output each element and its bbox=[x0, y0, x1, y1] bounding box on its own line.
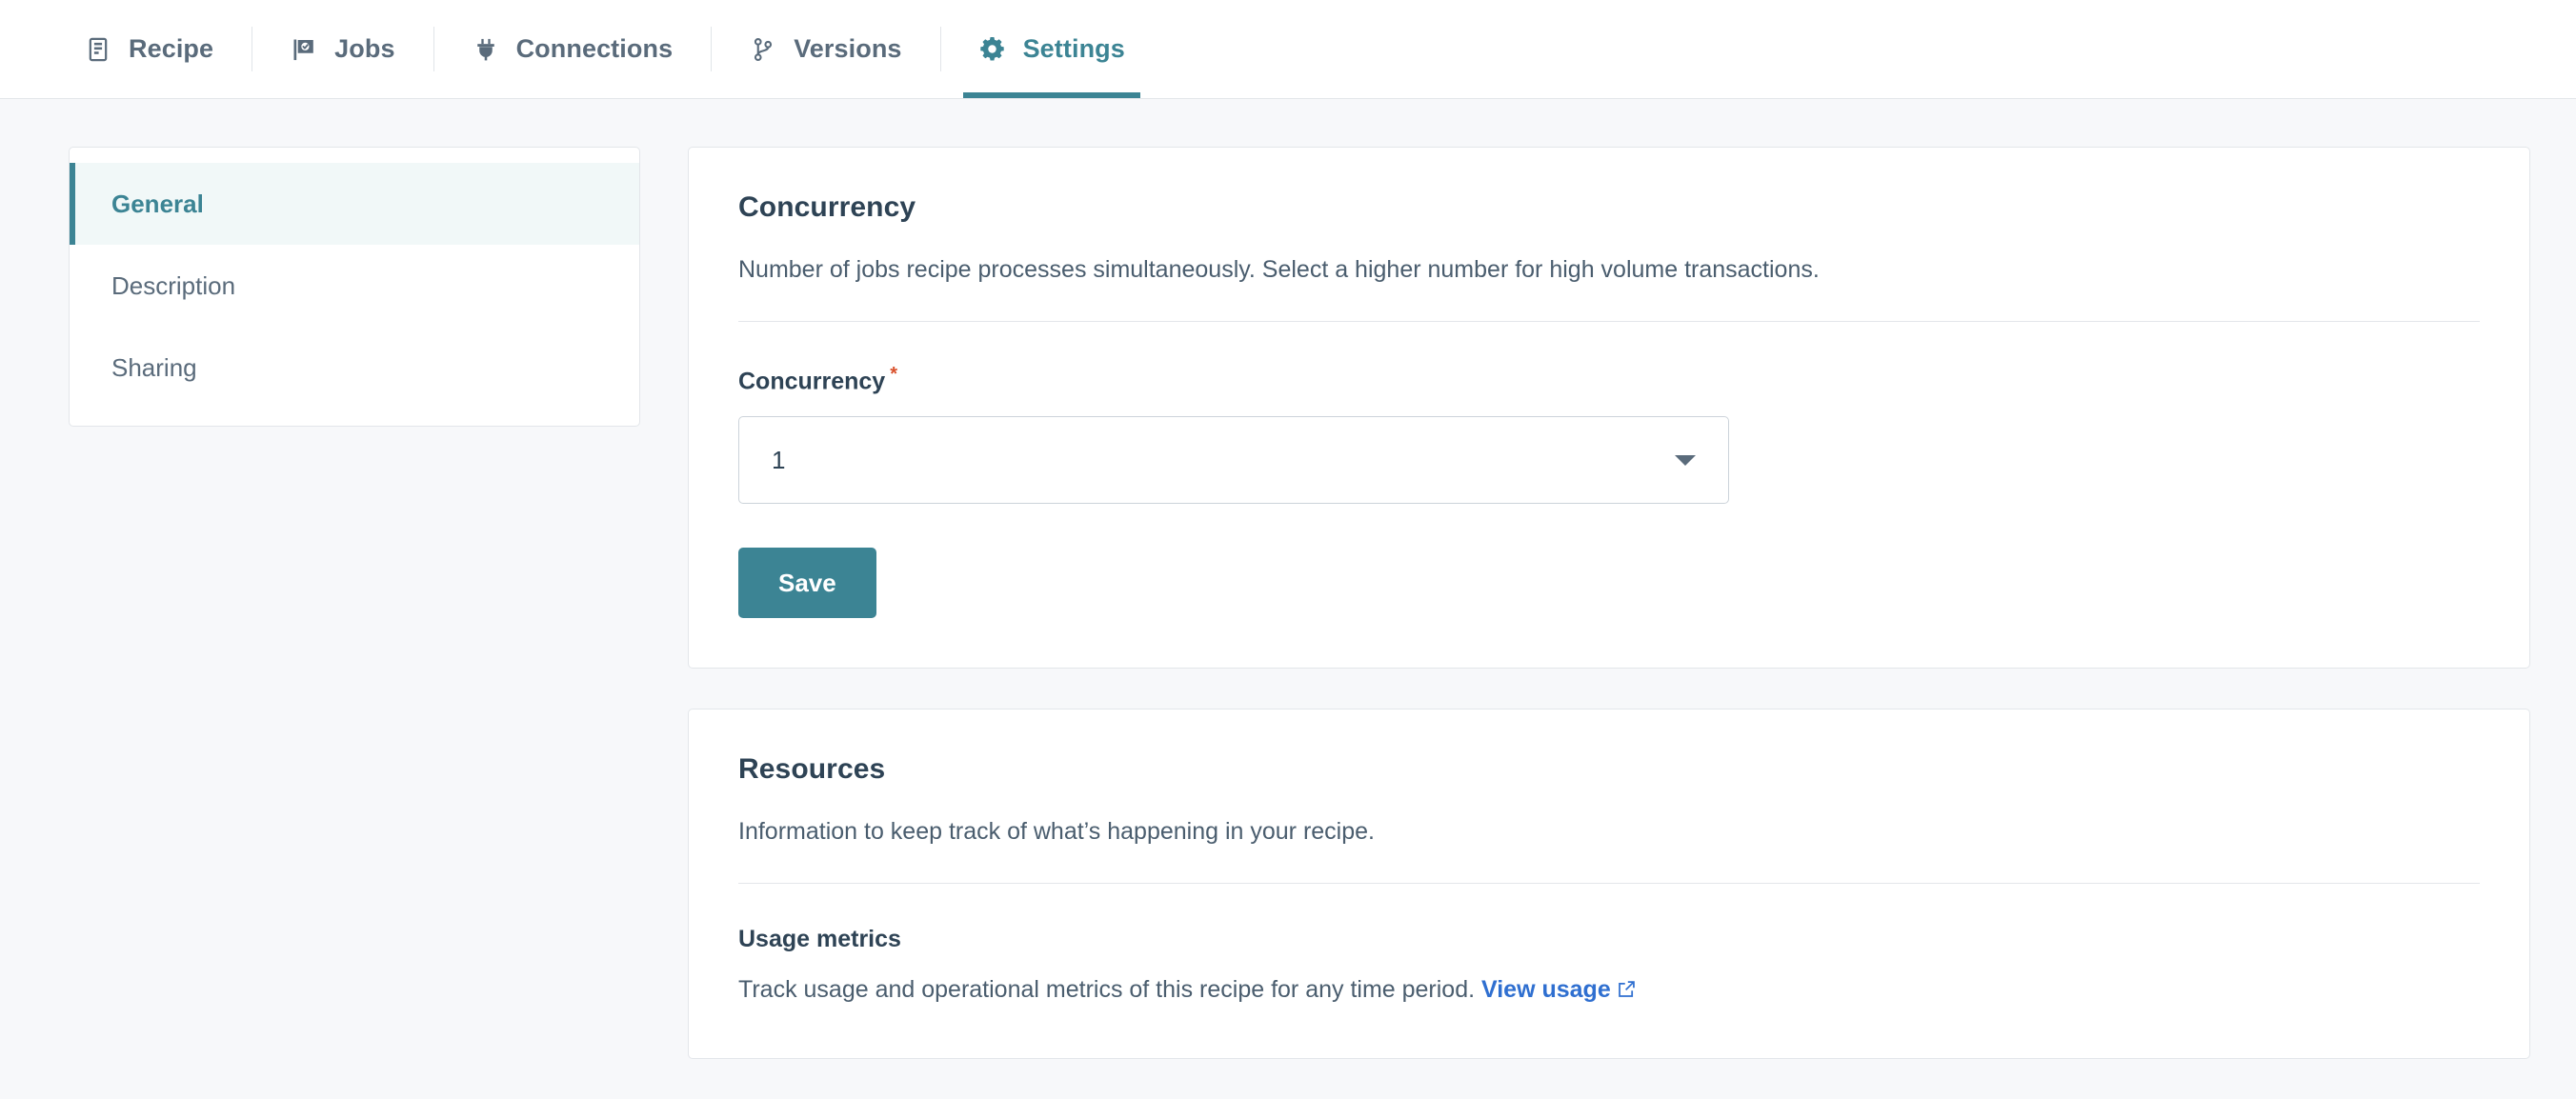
resources-title: Resources bbox=[738, 753, 886, 786]
concurrency-description: Number of jobs recipe processes simultan… bbox=[738, 256, 1820, 283]
gear-icon bbox=[978, 35, 1007, 64]
plug-icon bbox=[472, 35, 500, 64]
view-usage-label: View usage bbox=[1481, 975, 1611, 1003]
concurrency-field-label-text: Concurrency bbox=[738, 368, 886, 395]
tab-versions-label: Versions bbox=[794, 34, 902, 63]
required-asterisk: * bbox=[890, 363, 898, 385]
tab-jobs-label: Jobs bbox=[334, 34, 395, 63]
sidebar-item-description[interactable]: Description bbox=[70, 245, 639, 327]
concurrency-field-label: Concurrency * bbox=[738, 364, 2480, 395]
sidebar-item-general[interactable]: General bbox=[70, 163, 639, 245]
git-branch-icon bbox=[749, 35, 777, 64]
resources-description: Information to keep track of what’s happ… bbox=[738, 818, 1375, 846]
tab-settings-label: Settings bbox=[1022, 34, 1125, 63]
chevron-down-icon bbox=[1675, 454, 1696, 466]
concurrency-select-value: 1 bbox=[772, 445, 786, 474]
tab-versions[interactable]: Versions bbox=[711, 0, 939, 98]
flag-check-icon bbox=[290, 35, 318, 64]
divider bbox=[738, 320, 2480, 322]
page-body: General Description Sharing Concurrency … bbox=[0, 99, 2576, 1059]
external-link-icon bbox=[1617, 976, 1637, 1009]
active-tab-indicator bbox=[962, 92, 1140, 98]
divider bbox=[738, 882, 2480, 884]
usage-metrics-text: Track usage and operational metrics of t… bbox=[738, 975, 1476, 1003]
sidebar-item-label: Description bbox=[111, 270, 236, 300]
concurrency-title: Concurrency bbox=[738, 191, 916, 223]
sidebar-item-label: General bbox=[111, 189, 204, 218]
settings-main-column: Concurrency Number of jobs recipe proces… bbox=[688, 147, 2530, 1059]
settings-sidebar: General Description Sharing bbox=[69, 147, 640, 427]
concurrency-card: Concurrency Number of jobs recipe proces… bbox=[688, 147, 2530, 669]
tab-connections[interactable]: Connections bbox=[433, 0, 712, 98]
resources-card: Resources Information to keep track of w… bbox=[688, 709, 2530, 1059]
top-tab-bar: Recipe Jobs Connections Versions Setting… bbox=[0, 0, 2576, 99]
tab-jobs[interactable]: Jobs bbox=[252, 0, 433, 98]
sidebar-item-sharing[interactable]: Sharing bbox=[70, 327, 639, 409]
view-usage-link[interactable]: View usage bbox=[1481, 976, 1637, 1003]
tab-recipe[interactable]: Recipe bbox=[46, 0, 252, 98]
concurrency-select[interactable]: 1 bbox=[738, 416, 1729, 505]
save-button[interactable]: Save bbox=[738, 548, 876, 619]
usage-metrics-title: Usage metrics bbox=[738, 925, 901, 952]
tab-settings[interactable]: Settings bbox=[939, 0, 1163, 98]
usage-metrics-text-row: Track usage and operational metrics of t… bbox=[738, 974, 2480, 1009]
tab-connections-label: Connections bbox=[515, 34, 674, 63]
sidebar-item-label: Sharing bbox=[111, 352, 197, 382]
tab-recipe-label: Recipe bbox=[129, 34, 214, 63]
document-lines-icon bbox=[84, 35, 112, 64]
